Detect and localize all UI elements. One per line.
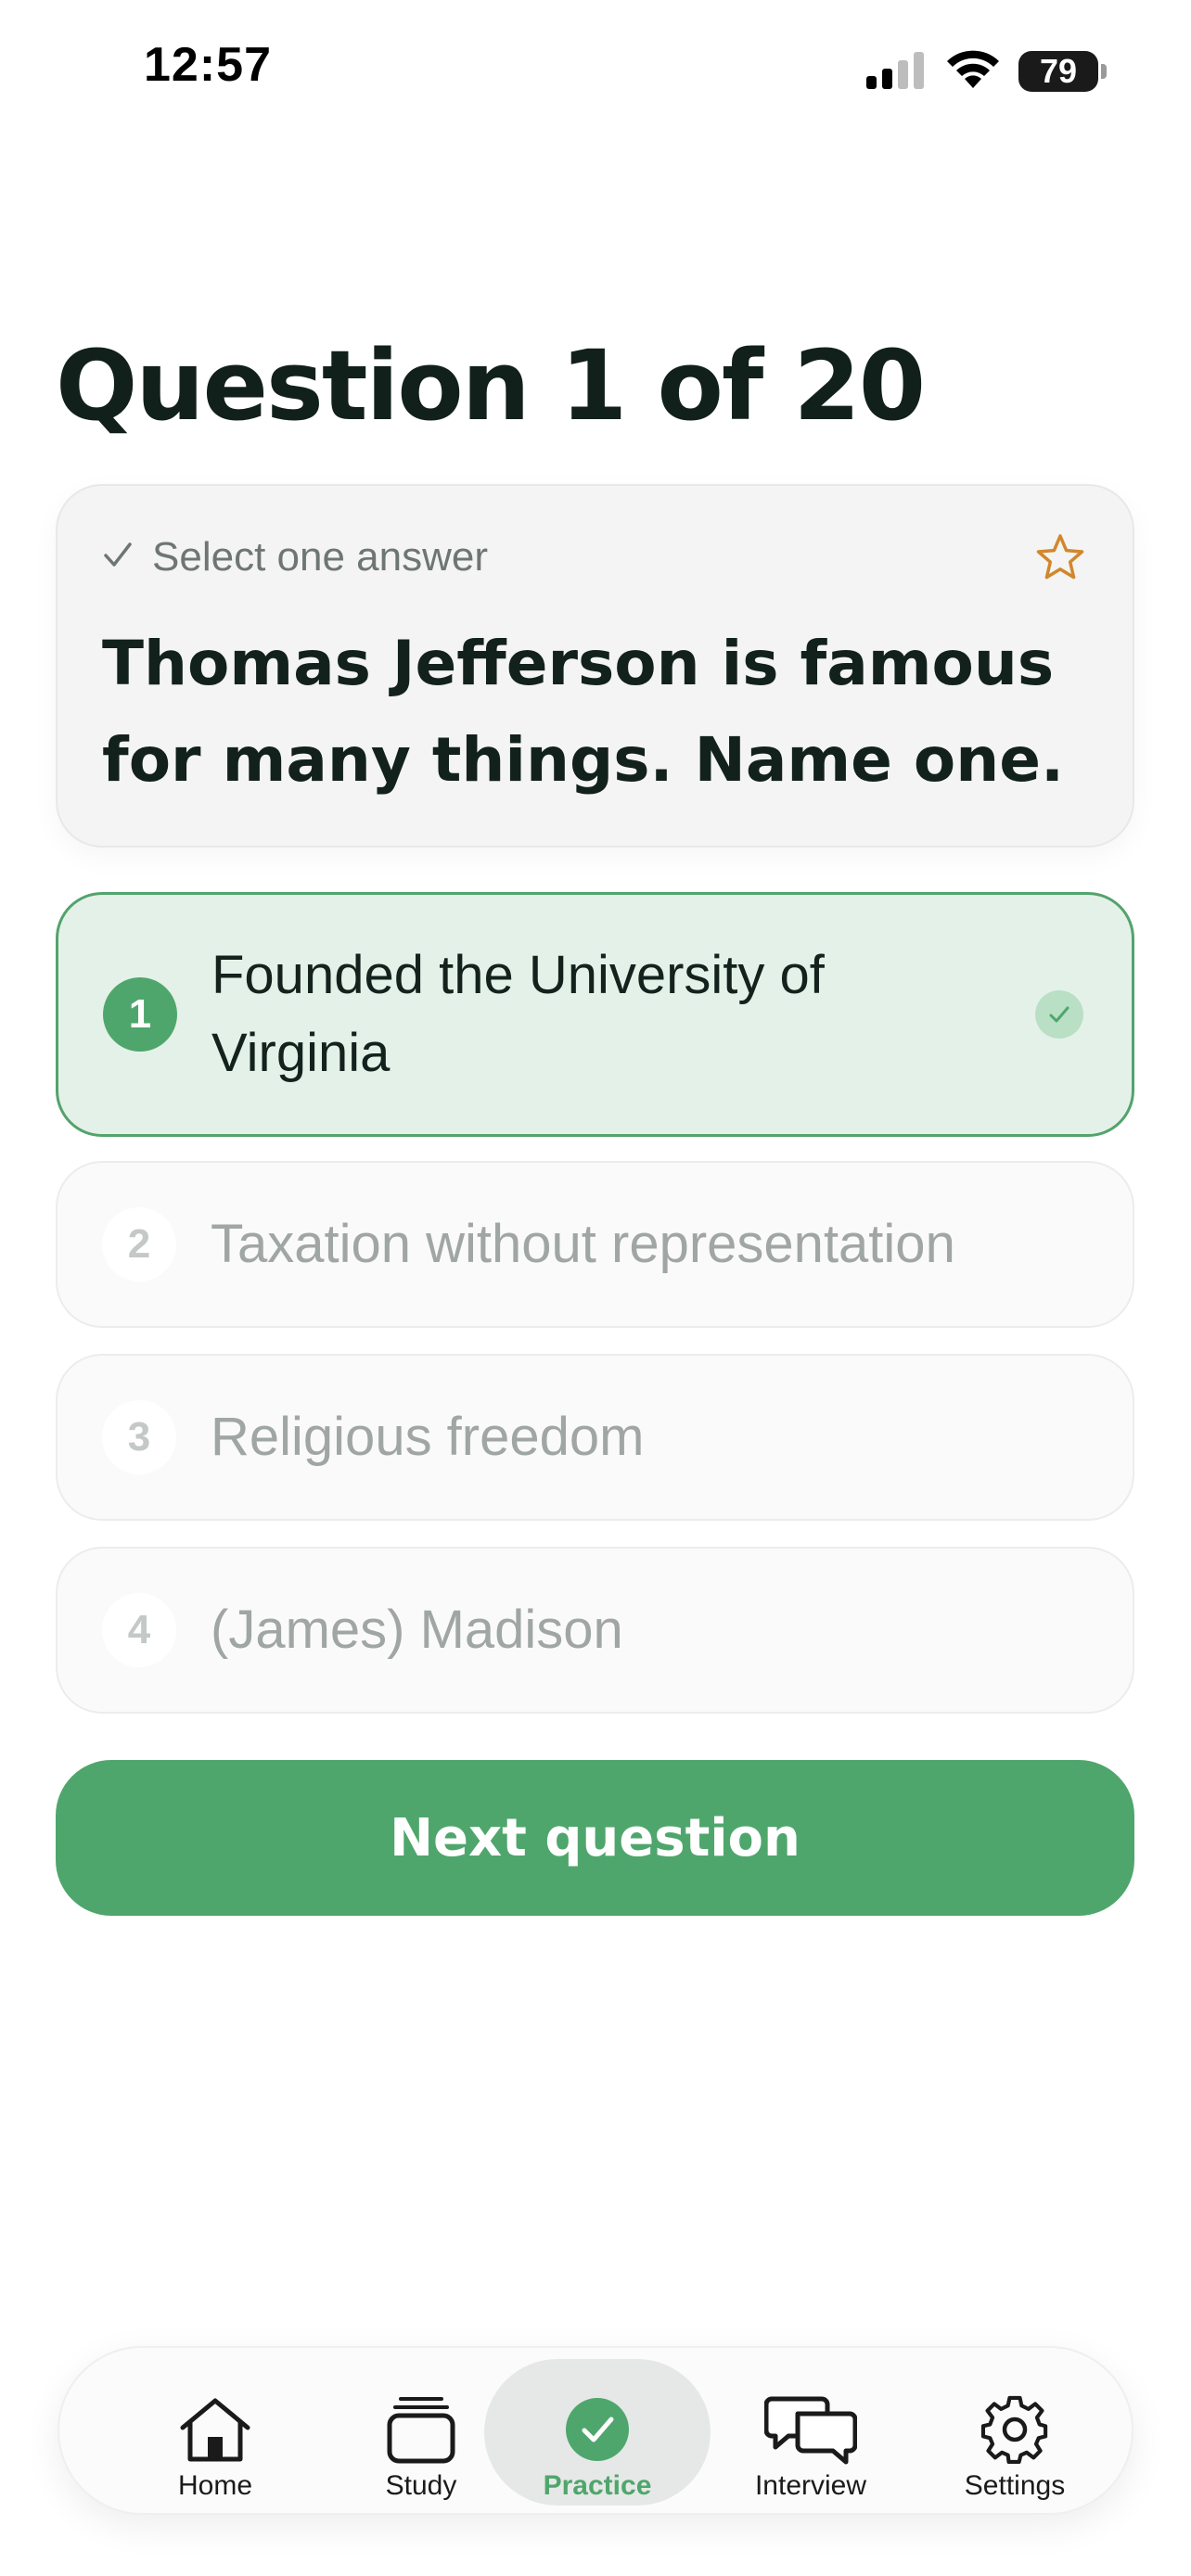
selected-check-icon: [1035, 990, 1083, 1039]
answer-number: 4: [102, 1593, 176, 1667]
status-time: 12:57: [144, 38, 272, 92]
screen: 12:57 79 Question 1 of 20 Select one ans…: [0, 0, 1191, 2576]
tab-home[interactable]: Home: [113, 2359, 317, 2506]
answer-number: 3: [102, 1400, 176, 1474]
answer-option-3[interactable]: 3 Religious freedom: [56, 1354, 1134, 1521]
checkmark-icon: [102, 534, 134, 580]
tab-home-label: Home: [177, 2470, 253, 2501]
answer-text: Taxation without representation: [211, 1214, 955, 1274]
answer-option-4[interactable]: 4 (James) Madison: [56, 1547, 1134, 1714]
tab-study-label: Study: [385, 2470, 457, 2501]
tab-bar: Home Study Practice Interview Settings: [58, 2346, 1133, 2515]
status-indicators: 79: [866, 46, 1107, 96]
chat-bubbles-icon: [764, 2392, 857, 2467]
page-title: Question 1 of 20: [56, 329, 926, 442]
tab-interview-label: Interview: [754, 2470, 867, 2501]
next-question-button[interactable]: Next question: [56, 1760, 1134, 1916]
answer-text: Religious freedom: [211, 1407, 645, 1467]
star-icon[interactable]: [1034, 532, 1086, 589]
gear-icon: [980, 2392, 1050, 2467]
check-circle-icon: [564, 2392, 631, 2467]
battery-icon: 79: [1018, 51, 1107, 92]
signal-icon: [866, 50, 928, 94]
answer-number: 2: [102, 1207, 176, 1282]
question-card: Select one answer Thomas Jefferson is fa…: [56, 484, 1134, 848]
cards-icon: [386, 2392, 456, 2467]
answer-text: (James) Madison: [211, 1600, 623, 1660]
tab-practice[interactable]: Practice: [484, 2359, 711, 2506]
answer-hint: Select one answer: [102, 534, 488, 580]
answer-option-2[interactable]: 2 Taxation without representation: [56, 1161, 1134, 1328]
answer-number: 1: [103, 977, 177, 1052]
question-text: Thomas Jefferson is famous for many thin…: [102, 628, 1065, 796]
tab-practice-label: Practice: [543, 2470, 652, 2501]
tab-settings[interactable]: Settings: [913, 2359, 1117, 2506]
answer-option-1[interactable]: 1 Founded the University of Virginia: [56, 892, 1134, 1137]
answer-hint-text: Select one answer: [152, 534, 488, 580]
tab-interview[interactable]: Interview: [709, 2359, 913, 2506]
answer-text: Founded the University of Virginia: [211, 945, 825, 1083]
home-icon: [177, 2392, 253, 2467]
tab-settings-label: Settings: [964, 2470, 1066, 2501]
wifi-icon: [944, 49, 1002, 95]
